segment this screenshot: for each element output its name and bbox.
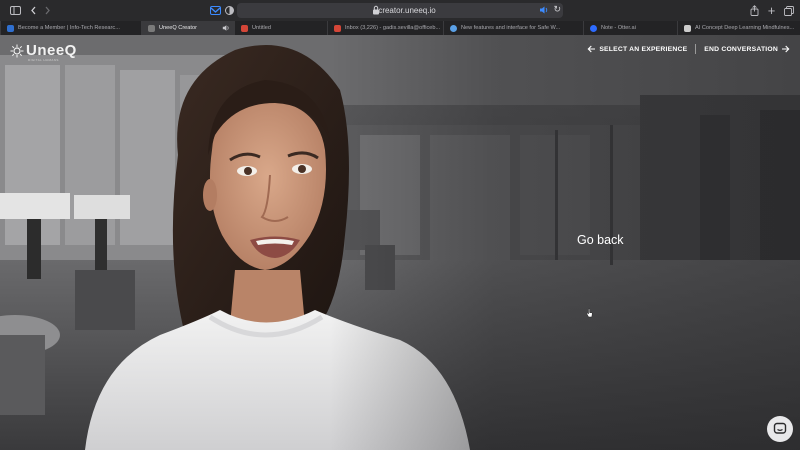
go-back-button[interactable]: Go back: [577, 233, 624, 247]
logo-subtitle: DIGITAL HUMANS: [28, 58, 59, 62]
select-experience-label: SELECT AN EXPERIENCE: [599, 45, 688, 53]
favicon-icon: [590, 24, 597, 32]
logo-text: UneeQ: [26, 42, 77, 59]
select-experience-link[interactable]: SELECT AN EXPERIENCE: [587, 45, 687, 53]
experience-nav: SELECT AN EXPERIENCE END CONVERSATION: [587, 44, 790, 54]
tab-ai-concept[interactable]: AI Concept Deep Learning Mindfulnes...: [677, 21, 800, 35]
tab-untitled[interactable]: Untitled: [234, 21, 327, 35]
tab-audio-icon[interactable]: [222, 24, 230, 32]
tab-title: AI Concept Deep Learning Mindfulnes...: [695, 25, 795, 31]
dim-overlay: [330, 35, 800, 450]
end-conversation-link[interactable]: END CONVERSATION: [704, 45, 790, 53]
extension-icon[interactable]: [208, 3, 223, 18]
tab-title: Untitled: [252, 25, 271, 31]
tab-inbox[interactable]: Inbox (3,226) - gadis.sevilla@officeb...: [327, 21, 443, 35]
tab-otter[interactable]: Note - Otter.ai: [583, 21, 677, 35]
end-conversation-label: END CONVERSATION: [704, 45, 778, 53]
favicon-icon: [148, 24, 155, 32]
reload-icon[interactable]: ↻: [553, 4, 561, 15]
address-bar[interactable]: creator.uneeq.io ↻: [237, 3, 563, 18]
tab-title: Inbox (3,226) - gadis.sevilla@officeb...: [345, 25, 441, 31]
favicon-icon: [684, 24, 691, 32]
favicon-icon: [7, 24, 14, 32]
mouse-pointer-icon: [586, 308, 593, 318]
tab-title: Become a Member | Info-Tech Researc...: [18, 25, 120, 31]
uneeq-logo-icon: [10, 44, 24, 57]
share-icon[interactable]: [747, 3, 762, 18]
arrow-right-icon: [782, 45, 790, 53]
new-tab-icon[interactable]: +: [764, 3, 779, 18]
tab-uneeq-creator[interactable]: UneeQ Creator: [141, 21, 234, 35]
nav-divider: [695, 44, 697, 54]
sidebar-toggle-icon[interactable]: [8, 3, 23, 18]
tab-title: New features and interface for Safe W...: [461, 25, 561, 31]
tab-overview-icon[interactable]: [781, 3, 796, 18]
chat-launcher-button[interactable]: [767, 416, 793, 442]
browser-toolbar: creator.uneeq.io ↻ +: [0, 0, 800, 21]
chat-bubble-icon: [773, 422, 787, 434]
tab-title: UneeQ Creator: [159, 25, 197, 31]
uneeq-logo[interactable]: UneeQ DIGITAL HUMANS: [10, 42, 77, 62]
back-icon[interactable]: [26, 3, 41, 18]
tab-info-tech[interactable]: Become a Member | Info-Tech Researc...: [0, 21, 141, 35]
privacy-shield-icon[interactable]: [222, 3, 237, 18]
favicon-icon: [450, 24, 457, 32]
gmail-favicon-icon: [334, 24, 341, 32]
lock-icon: [373, 5, 379, 15]
gmail-favicon-icon: [241, 24, 248, 32]
audio-playing-icon[interactable]: [539, 5, 549, 15]
digital-human-stage: UneeQ DIGITAL HUMANS SELECT AN EXPERIENC…: [0, 35, 800, 450]
arrow-left-icon: [587, 45, 596, 53]
tab-strip: Become a Member | Info-Tech Researc... U…: [0, 21, 800, 35]
forward-icon[interactable]: [40, 3, 55, 18]
tab-new-features[interactable]: New features and interface for Safe W...: [443, 21, 583, 35]
tab-title: Note - Otter.ai: [601, 25, 636, 31]
url-text: creator.uneeq.io: [378, 6, 436, 15]
